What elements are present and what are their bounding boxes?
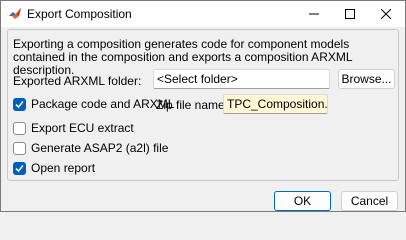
export-composition-dialog: Export Composition Exporting a compositi… <box>0 0 406 212</box>
checkmark-icon <box>15 164 24 172</box>
dialog-content: Exporting a composition generates code f… <box>1 27 405 187</box>
arxml-folder-label: Exported ARXML folder: <box>13 74 142 88</box>
open-report-label: Open report <box>31 161 96 175</box>
ok-button[interactable]: OK <box>274 191 331 211</box>
ecu-extract-checkbox[interactable]: Export ECU extract <box>13 121 134 135</box>
maximize-button[interactable] <box>333 1 367 27</box>
ecu-extract-label: Export ECU extract <box>31 121 134 135</box>
zip-label: Zip file name: <box>156 98 229 112</box>
browse-button[interactable]: Browse... <box>338 69 395 89</box>
package-label: Package code and ARXML <box>31 97 175 111</box>
title-bar[interactable]: Export Composition <box>1 1 405 27</box>
close-button[interactable] <box>369 1 403 27</box>
open-report-checkbox[interactable]: Open report <box>13 161 95 175</box>
checkbox-box[interactable] <box>13 161 26 175</box>
checkbox-box[interactable] <box>13 97 26 111</box>
close-icon <box>381 9 391 19</box>
minimize-icon <box>309 13 319 15</box>
checkbox-box[interactable] <box>13 121 26 135</box>
asap2-checkbox[interactable]: Generate ASAP2 (a2l) file <box>13 141 168 155</box>
minimize-button[interactable] <box>297 1 331 27</box>
maximize-icon <box>345 9 355 19</box>
checkbox-box[interactable] <box>13 141 26 155</box>
options-group: Exporting a composition generates code f… <box>7 29 399 181</box>
zip-file-name-field[interactable]: TPC_Composition.zip <box>223 94 328 114</box>
checkmark-icon <box>15 100 24 108</box>
package-checkbox[interactable]: Package code and ARXML <box>13 97 174 111</box>
matlab-icon <box>9 8 21 19</box>
window-title: Export Composition <box>27 7 132 21</box>
cancel-button[interactable]: Cancel <box>341 191 398 211</box>
arxml-folder-field[interactable]: <Select folder> <box>153 69 330 89</box>
asap2-label: Generate ASAP2 (a2l) file <box>31 141 169 155</box>
